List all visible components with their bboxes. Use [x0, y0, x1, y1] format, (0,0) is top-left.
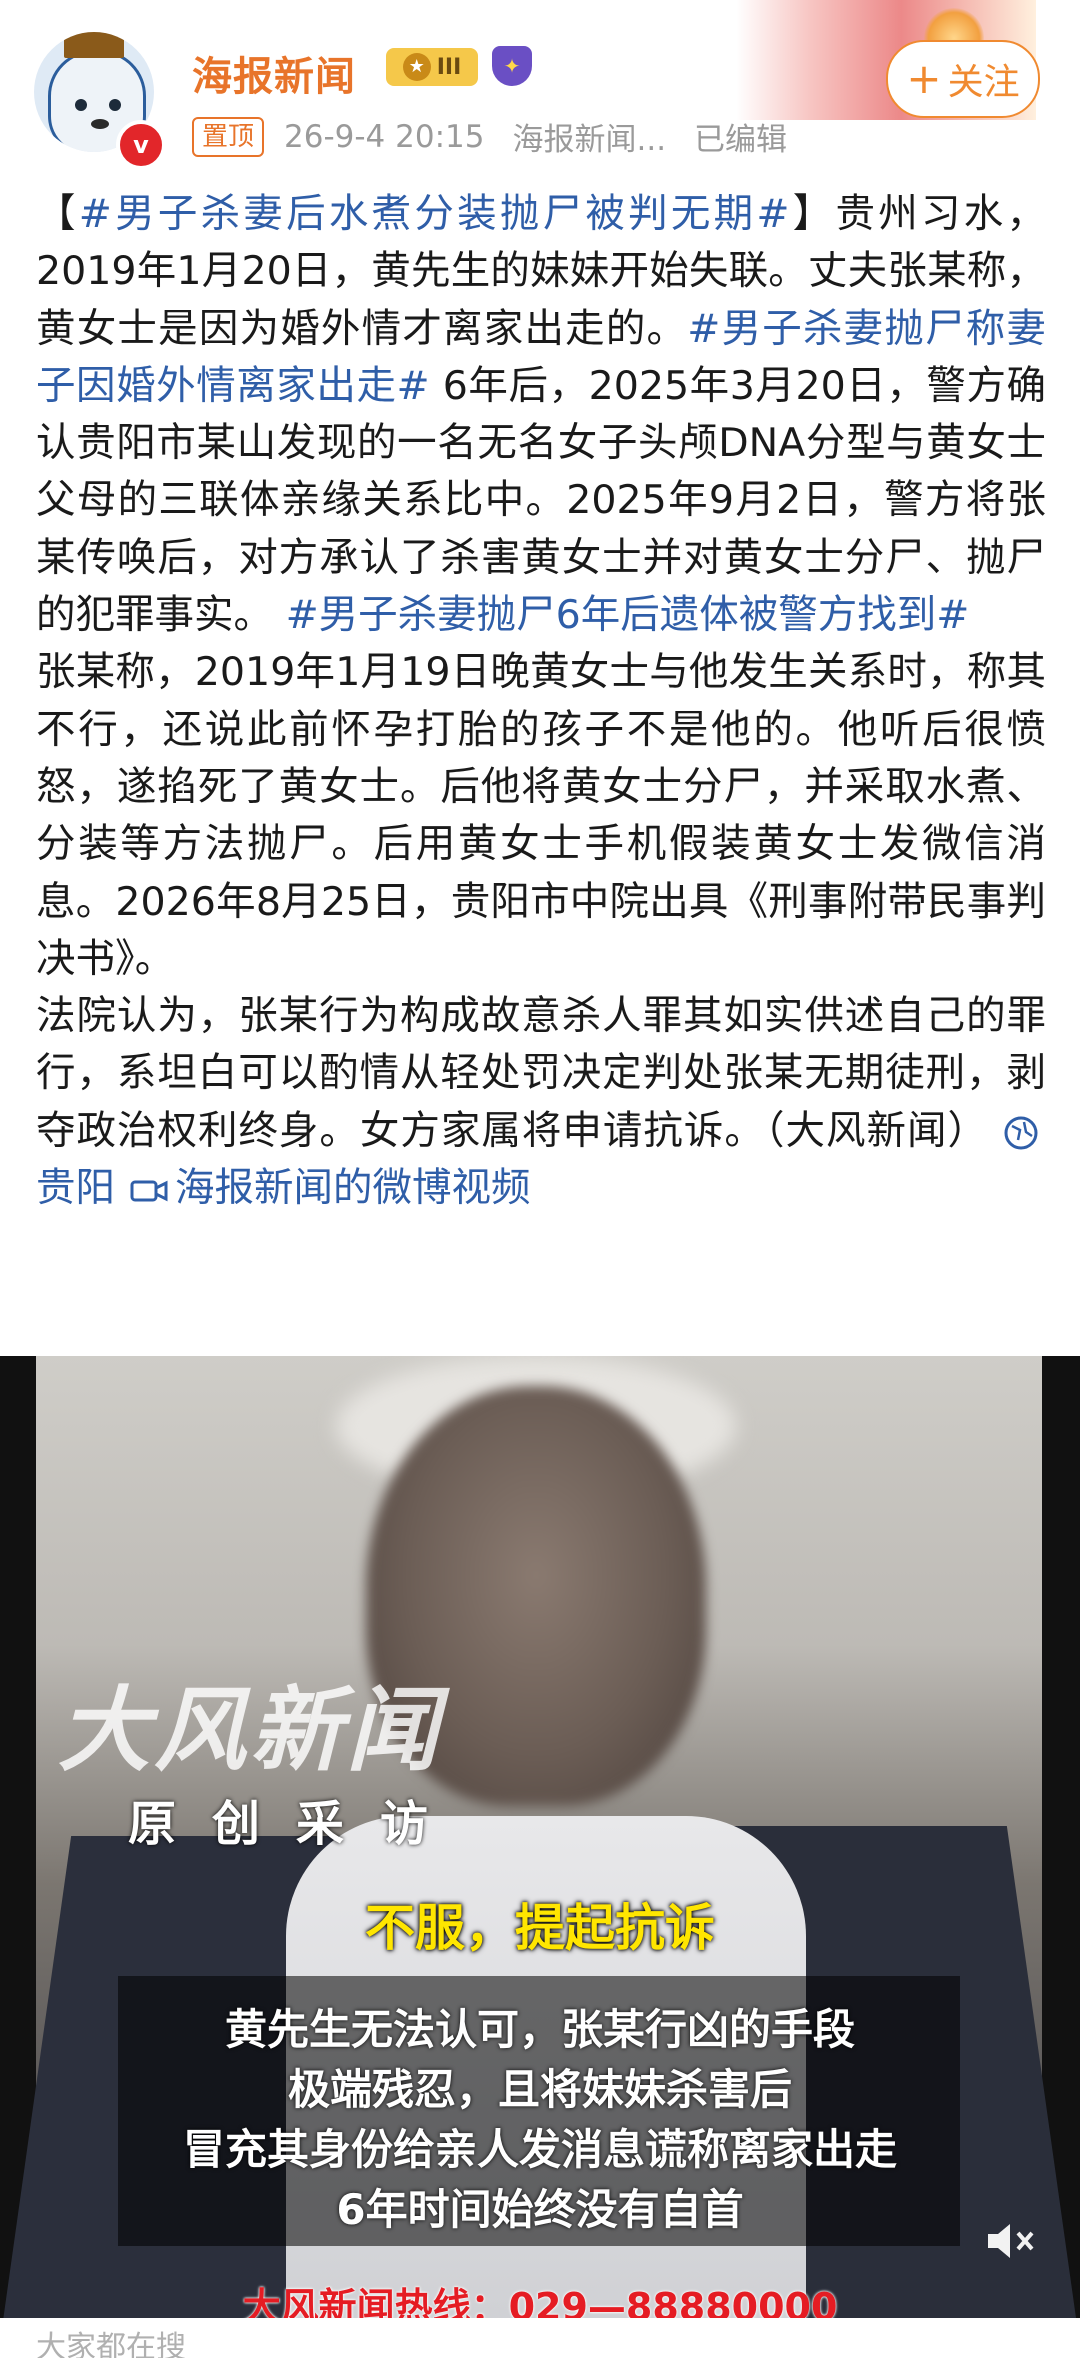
- plus-icon: +: [906, 54, 942, 103]
- video-watermark: 大风新闻: [58, 1677, 443, 1784]
- account-name[interactable]: 海报新闻: [192, 44, 356, 102]
- speaker-muted-icon[interactable]: [982, 2216, 1042, 2266]
- post-header: v 海报新闻 ★ III ✦ + 关注 置顶 26-9-4 20:15 海报新闻…: [0, 0, 1080, 170]
- follow-label: 关注: [947, 62, 1020, 103]
- video-headline: 不服，提起抗诉: [365, 1899, 715, 1957]
- post-text: 法院认为，张某行为构成故意杀人罪其如实供述自己的罪行，系坦白可以酌情从轻处罚决定…: [36, 993, 1046, 1154]
- edited-label[interactable]: 已编辑: [694, 114, 787, 159]
- bracket-open: 【: [36, 191, 79, 237]
- post-meta: 置顶 26-9-4 20:15 海报新闻... 已编辑: [192, 114, 787, 159]
- nose-icon: [91, 119, 109, 129]
- eye-icon: [75, 99, 87, 111]
- crown-icon: ★: [402, 53, 431, 81]
- subtitle-line: 极端残忍，且将妹妹杀害后: [287, 2065, 792, 2114]
- video-link[interactable]: 海报新闻的微博视频: [175, 1165, 531, 1211]
- post-body: 【#男子杀妻后水煮分装抛尸被判无期#】贵州习水，2019年1月20日，黄先生的妹…: [36, 186, 1046, 1217]
- post-timestamp: 26-9-4 20:15: [284, 118, 485, 155]
- subtitle-line: 黄先生无法认可，张某行凶的手段: [224, 2005, 855, 2054]
- verified-badge-icon: v: [116, 120, 166, 170]
- location-icon: [1004, 1116, 1038, 1150]
- subtitle-line: 冒充其身份给亲人发消息谎称离家出走: [182, 2125, 897, 2174]
- hashtag-link[interactable]: #男子杀妻抛尸6年后遗体被警方找到#: [286, 592, 970, 638]
- video-watermark-sub: 原创采访: [128, 1796, 465, 1852]
- video-hotline: 大风新闻热线：029—88880000: [242, 2285, 838, 2318]
- shield-badge-icon[interactable]: ✦: [492, 46, 532, 86]
- location-link[interactable]: 贵阳: [36, 1165, 115, 1211]
- level-badge-text: III: [436, 54, 462, 80]
- post-text: 张某称，2019年1月19日晚黄女士与他发生关系时，称其不行，还说此前怀孕打胎的…: [36, 649, 1046, 982]
- pinned-badge: 置顶: [192, 116, 265, 157]
- level-badge[interactable]: ★ III: [386, 48, 478, 86]
- post-source[interactable]: 海报新闻...: [512, 114, 666, 159]
- video-player[interactable]: 大风新闻 原创采访 不服，提起抗诉 黄先生无法认可，张某行凶的手段 极端残忍，且…: [0, 1356, 1080, 2318]
- follow-button[interactable]: + 关注: [886, 40, 1040, 118]
- video-icon: [130, 1180, 168, 1202]
- bracket-close: 】: [789, 191, 836, 237]
- bottom-suggestion[interactable]: 大家都在搜: [0, 2318, 1080, 2358]
- subtitle-line: 6年时间始终没有自首: [336, 2185, 744, 2234]
- hashtag-link[interactable]: #男子杀妻后水煮分装抛尸被判无期#: [79, 191, 790, 237]
- eye-icon: [109, 99, 121, 111]
- hat-icon: [64, 32, 124, 58]
